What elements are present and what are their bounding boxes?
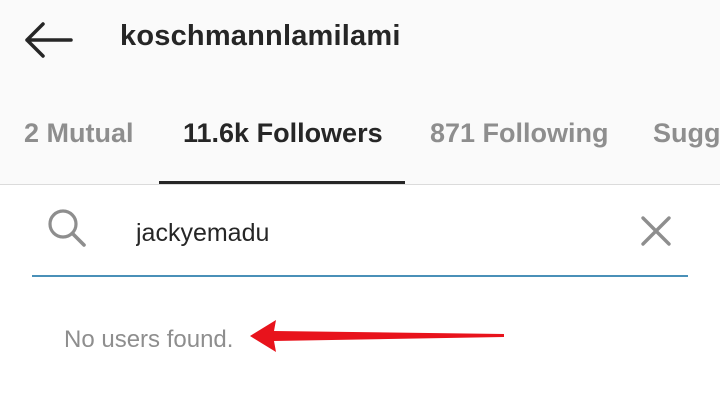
annotation-arrow-icon	[250, 320, 504, 352]
tab-followers[interactable]: 11.6k Followers	[183, 118, 383, 149]
profile-username: koschmannlamilami	[120, 20, 401, 52]
close-icon[interactable]	[638, 213, 674, 249]
search-bar	[32, 195, 688, 277]
active-tab-indicator	[159, 181, 405, 184]
arrow-left-icon	[25, 22, 73, 58]
tab-following[interactable]: 871 Following	[430, 118, 609, 149]
no-results-message: No users found.	[64, 326, 234, 353]
search-input[interactable]	[136, 213, 616, 253]
back-button[interactable]	[18, 16, 78, 64]
tab-mutual[interactable]: 2 Mutual	[24, 118, 134, 149]
profile-header: koschmannlamilami 2 Mutual 11.6k Followe…	[0, 0, 720, 185]
search-icon	[48, 209, 86, 247]
tab-suggested[interactable]: Sugg	[653, 118, 720, 149]
